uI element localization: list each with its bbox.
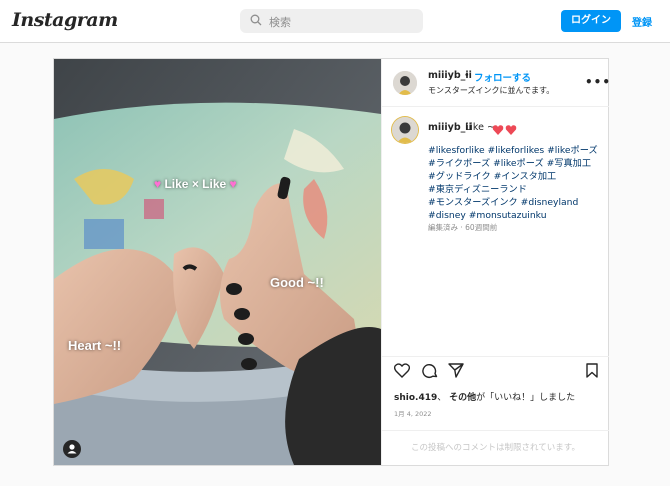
good-overlay-text: Good ~!!: [270, 275, 324, 290]
post-date[interactable]: 1月 4, 2022: [394, 408, 432, 418]
caption-text: Like ~: [465, 122, 495, 133]
hashtag-link[interactable]: #likesforlike: [428, 145, 485, 156]
share-icon[interactable]: [448, 363, 464, 378]
instagram-logo[interactable]: Instagram: [12, 9, 118, 31]
separator-dot: •: [464, 70, 470, 81]
heart-overlay-text: Heart ~!!: [68, 338, 122, 353]
caption-meta: 編集済み · 60週間前: [428, 223, 498, 232]
sparkle-heart-icon: ♥: [229, 177, 237, 191]
hashtag-link[interactable]: #モンスターズインク: [428, 197, 518, 208]
photo-illustration: [54, 59, 381, 465]
follow-button[interactable]: フォローする: [474, 70, 531, 84]
search-icon: [250, 14, 262, 26]
likes-summary: shio.419、 その他が「いいね！」しました: [394, 393, 576, 403]
liker-username[interactable]: shio.419: [394, 393, 437, 403]
top-nav: Instagram 検索 ログイン 登録: [0, 0, 670, 43]
likes-suffix: が「いいね！」しました: [476, 393, 576, 403]
comment-disabled-notice: この投稿へのコメントは制限されています。: [382, 430, 609, 466]
hashtag-link[interactable]: #likeポーズ: [493, 158, 544, 169]
action-bar: [382, 356, 609, 381]
hashtag-link[interactable]: #likeforlikes: [488, 145, 545, 156]
likes-others-link[interactable]: その他: [449, 393, 476, 403]
bookmark-icon[interactable]: [586, 363, 598, 378]
hashtag-link[interactable]: #monsutazuinku: [469, 210, 547, 221]
hashtag-link[interactable]: #グッドライク: [428, 171, 491, 182]
search-box[interactable]: 検索: [240, 9, 423, 33]
post-photo[interactable]: ♥ Like × Like ♥ Good ~!! Heart ~!!: [54, 59, 381, 465]
hashtag-link[interactable]: #likeポーズ: [547, 145, 598, 156]
post-sidebar: miiiyb_ii • フォローする モンスターズインクに並んでます。 ••• …: [381, 59, 611, 466]
comment-icon[interactable]: [422, 363, 438, 379]
hashtag-link[interactable]: #disney: [428, 210, 466, 221]
caption-hashtags: #likesforlike #likeforlikes #likeポーズ #ライ…: [428, 144, 604, 222]
avatar-image: [392, 117, 418, 143]
like-overlay-text: Like × Like: [164, 177, 227, 191]
more-options-icon[interactable]: •••: [585, 75, 611, 89]
register-link[interactable]: 登録: [632, 14, 652, 29]
avatar[interactable]: [393, 71, 417, 95]
hashtag-link[interactable]: #写真加工: [547, 158, 591, 169]
like-heart-icon[interactable]: [394, 363, 410, 378]
hashtag-link[interactable]: #disneyland: [521, 197, 579, 208]
hashtag-link[interactable]: #ライクポーズ: [428, 158, 490, 169]
post-location[interactable]: モンスターズインクに並んでます。: [428, 85, 554, 96]
hashtag-link[interactable]: #インスタ加工: [494, 171, 557, 182]
avatar-image: [393, 71, 417, 95]
caption-avatar[interactable]: [392, 117, 418, 143]
post-card: ♥ Like × Like ♥ Good ~!! Heart ~!! miiiy…: [53, 58, 611, 466]
user-tag-button[interactable]: [63, 440, 81, 458]
post-header: miiiyb_ii • フォローする モンスターズインクに並んでます。 •••: [382, 59, 611, 107]
login-button[interactable]: ログイン: [561, 10, 621, 32]
person-icon: [67, 444, 77, 454]
hashtag-link[interactable]: #東京ディズニーランド: [428, 184, 527, 195]
search-placeholder: 検索: [269, 16, 291, 29]
heart-emoji-icon: [492, 121, 518, 140]
sparkle-heart-icon: ♥: [154, 177, 162, 191]
